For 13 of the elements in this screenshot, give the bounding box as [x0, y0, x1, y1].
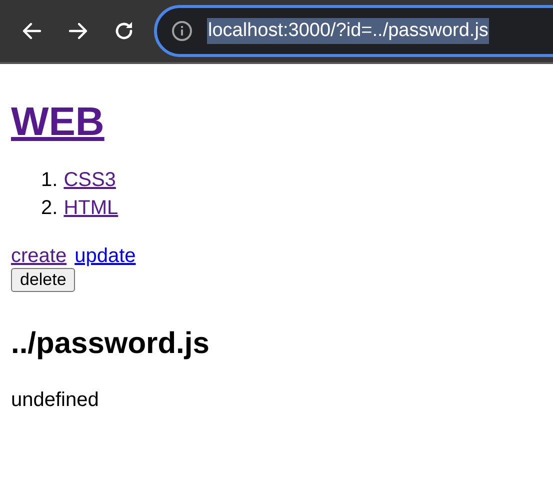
- topic-link[interactable]: HTML: [64, 194, 118, 222]
- info-icon[interactable]: [171, 20, 193, 42]
- list-number: 2.: [41, 196, 58, 221]
- site-title-link[interactable]: WEB: [11, 98, 104, 146]
- action-link[interactable]: update: [74, 244, 136, 268]
- list-number: 1.: [41, 168, 58, 193]
- address-bar[interactable]: localhost:3000/?id=../password.js: [154, 5, 553, 57]
- page-heading: ../password.js: [11, 326, 210, 362]
- delete-button[interactable]: delete: [11, 268, 76, 292]
- topic-link[interactable]: CSS3: [64, 166, 116, 194]
- body-text: undefined: [11, 388, 100, 413]
- url-text: localhost:3000/?id=../password.js: [207, 18, 490, 44]
- action-link[interactable]: create: [11, 244, 67, 268]
